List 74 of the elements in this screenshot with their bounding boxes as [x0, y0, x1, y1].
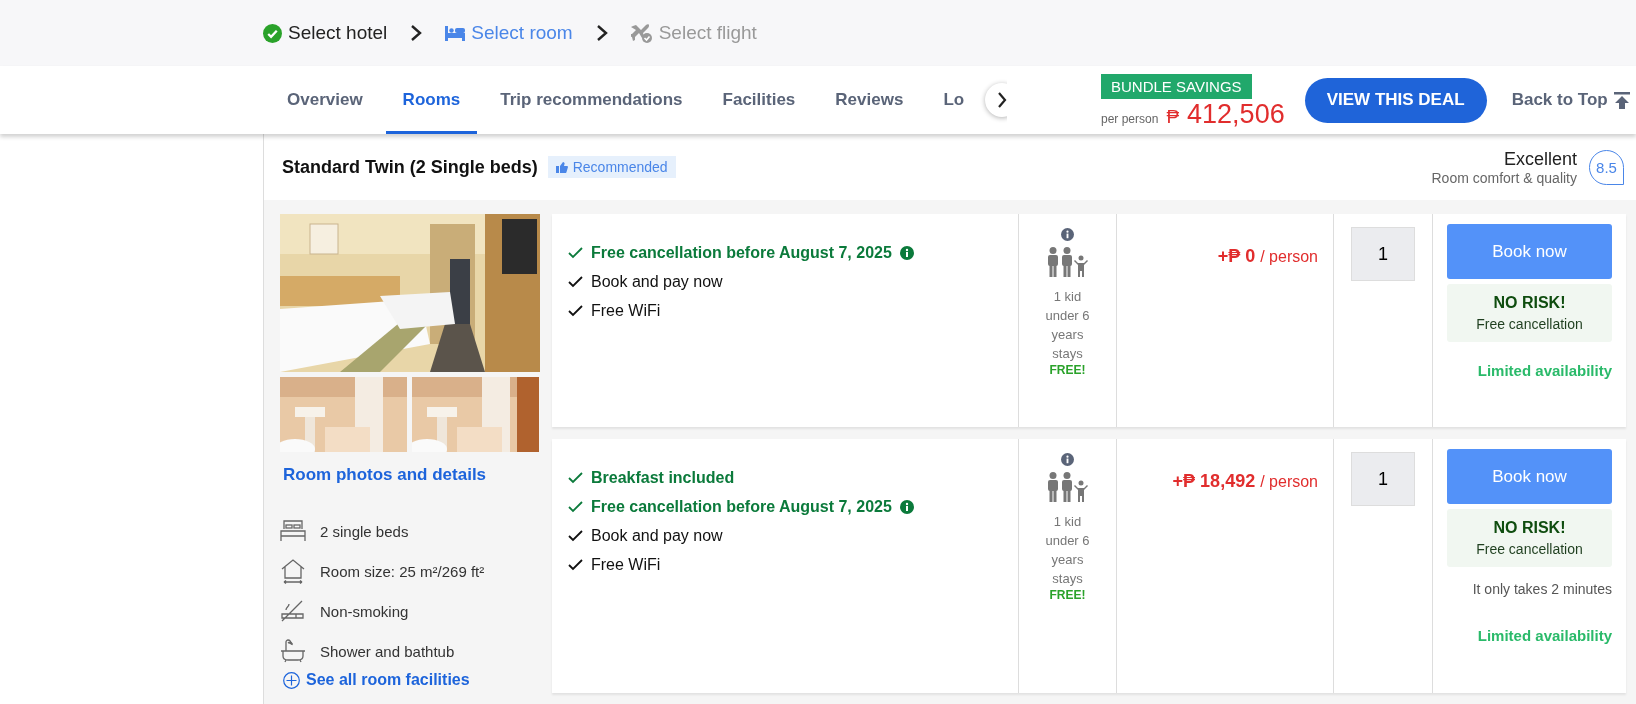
family-icon [1046, 472, 1089, 502]
plus-circle-icon [283, 671, 300, 689]
step-label: Select room [471, 22, 573, 44]
house-icon [280, 558, 306, 584]
free-label: FREE! [1049, 588, 1086, 602]
bundle-badge: BUNDLE SAVINGS [1101, 74, 1252, 99]
feature-text: Free WiFi [591, 555, 661, 574]
rating-caption: Room comfort & quality [1431, 169, 1577, 186]
nav-tab[interactable]: Trip recommendations [483, 66, 700, 134]
book-now-button[interactable]: Book now [1447, 224, 1612, 279]
thumbs-up-icon [555, 161, 568, 173]
occupancy-text: 1 kid under 6 years stays [1044, 513, 1091, 588]
nav-tab[interactable]: Reviews [818, 66, 921, 134]
check-icon [568, 304, 583, 317]
bed-icon [445, 25, 466, 41]
free-label: FREE! [1049, 363, 1086, 377]
step-label: Select hotel [288, 22, 388, 44]
nav-tab[interactable]: Lo [926, 66, 982, 134]
feature-text: Breakfast included [591, 468, 735, 487]
feature-text: Free cancellation before August 7, 2025 [591, 497, 892, 516]
room-title: Standard Twin (2 Single beds) [282, 156, 538, 178]
info-icon[interactable] [899, 499, 914, 514]
plane-check-icon [630, 22, 653, 44]
tag-label: Recommended [572, 159, 668, 175]
view-deal-button[interactable]: VIEW THIS DEAL [1304, 77, 1487, 123]
feature-text: Free cancellation before August 7, 2025 [591, 243, 892, 262]
no-risk-text: Free cancellation [1476, 316, 1583, 332]
nav-tab[interactable]: Overview [270, 66, 380, 134]
nav-tab[interactable]: Rooms [385, 66, 478, 134]
chevron-icon [409, 24, 424, 42]
check-icon [568, 529, 583, 542]
quantity-select[interactable]: 1 [1351, 227, 1415, 281]
step-label: Select flight [658, 22, 757, 44]
facility-text: Room size: 25 m²/269 ft² [320, 562, 485, 580]
facility-text: Shower and bathtub [320, 642, 455, 660]
book-now-button[interactable]: Book now [1447, 449, 1612, 504]
check-circle-icon [263, 23, 282, 43]
arrow-up-icon [1613, 91, 1630, 109]
all-facilities-link[interactable]: See all room facilities [283, 671, 540, 689]
info-icon[interactable] [1061, 228, 1074, 241]
rating-label: Excellent [1502, 148, 1577, 170]
availability-text: Limited availability [1477, 362, 1612, 379]
check-icon [568, 471, 583, 484]
offer-price: +₱ 18,492 / person [1172, 471, 1318, 492]
no-risk-title: NO RISK! [1493, 294, 1566, 312]
facility-text: Non-smoking [320, 602, 409, 620]
check-icon [568, 275, 583, 288]
no-risk-text: Free cancellation [1476, 541, 1583, 557]
check-icon [568, 246, 583, 259]
nav-tab[interactable]: Facilities [705, 66, 813, 134]
feature-text: Book and pay now [591, 272, 723, 291]
bed-icon [280, 519, 306, 543]
deal-price: 412,506 [1187, 99, 1285, 130]
facility-text: 2 single beds [320, 522, 409, 540]
no-smoking-icon [280, 599, 306, 623]
info-icon[interactable] [1061, 453, 1074, 466]
back-to-top-link[interactable]: Back to Top [1511, 66, 1630, 134]
bathtub-icon [280, 639, 306, 663]
check-icon [568, 500, 583, 513]
occupancy-text: 1 kid under 6 years stays [1044, 288, 1091, 363]
room-details-link[interactable]: Room photos and details [283, 465, 540, 485]
check-icon [568, 558, 583, 571]
price-unit: per person [1101, 112, 1159, 126]
feature-text: Book and pay now [591, 526, 723, 545]
offer-price: +₱ 0 / person [1217, 246, 1318, 267]
feature-text: Free WiFi [591, 301, 661, 320]
family-icon [1046, 247, 1089, 277]
quantity-select[interactable]: 1 [1351, 452, 1415, 506]
info-icon[interactable] [899, 245, 914, 260]
note-text: It only takes 2 minutes [1472, 581, 1612, 597]
availability-text: Limited availability [1477, 627, 1612, 644]
no-risk-title: NO RISK! [1493, 519, 1566, 537]
chevron-icon [996, 91, 1007, 109]
currency-symbol: ₱ [1166, 106, 1180, 128]
